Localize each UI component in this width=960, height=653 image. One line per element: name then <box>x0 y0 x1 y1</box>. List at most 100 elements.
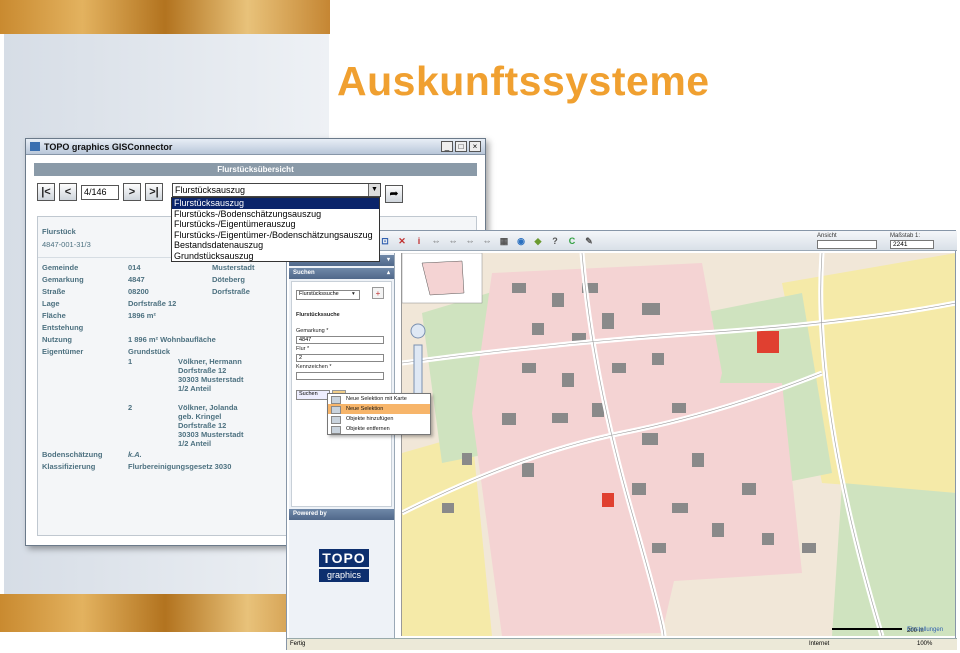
owner-number: 2 <box>128 403 133 412</box>
export-icon[interactable]: ➦ <box>385 185 403 203</box>
angle-icon[interactable]: ⇔ <box>480 234 494 248</box>
selection-context-menu: Neue Selektion mit Karte Neue Selektion … <box>327 393 431 435</box>
maximize-button[interactable]: □ <box>455 141 467 152</box>
last-record-button[interactable]: >| <box>145 183 163 201</box>
expand-icon[interactable]: ▾ <box>387 255 390 266</box>
dropdown-option[interactable]: Flurstücks-/Eigentümer-/Bodenschätzungsa… <box>172 230 379 241</box>
first-record-button[interactable]: |< <box>37 183 55 201</box>
gemarkung-label: Gemarkung * <box>296 328 329 334</box>
add-search-icon[interactable]: + <box>372 287 384 299</box>
context-menu-item[interactable]: Objekte hinzufügen <box>328 414 430 424</box>
info-icon[interactable]: i <box>412 234 426 248</box>
sidebar: Themenliste▾ Suchen▴ Flurstückssuche ▾ +… <box>289 253 395 643</box>
row-label: Lage <box>42 299 60 308</box>
owner-number: 1 <box>128 357 133 366</box>
distance-icon[interactable]: ⇔ <box>463 234 477 248</box>
dropdown-option[interactable]: Flurstücks-/Bodenschätzungsauszug <box>172 209 379 220</box>
collapse-icon[interactable]: ▴ <box>387 268 390 279</box>
decorative-band-top <box>0 0 330 34</box>
scale-label: Maßstab 1: <box>890 233 921 239</box>
context-menu-item[interactable]: Objekte entfernen <box>328 424 430 434</box>
window-titlebar: TOPO graphics GISConnector _ □ × <box>26 139 485 155</box>
context-menu-item[interactable]: Neue Selektion <box>328 404 430 414</box>
record-position-field[interactable]: 4/146 <box>81 184 119 200</box>
row-value: 014 <box>128 263 141 272</box>
globe-icon[interactable]: ◉ <box>514 234 528 248</box>
owner-line: Völkner, Hermann <box>178 357 242 366</box>
panel-header: Flurstücksübersicht <box>34 163 477 176</box>
table-icon[interactable]: ▦ <box>497 234 511 248</box>
flur-label: Flur * <box>296 346 310 352</box>
chevron-down-icon[interactable]: ▼ <box>368 184 380 196</box>
logo-text-bottom: graphics <box>319 569 369 582</box>
search-button[interactable]: Suchen <box>296 390 330 400</box>
record-navigation: |< < 4/146 > >| <box>37 183 163 201</box>
prev-record-button[interactable]: < <box>59 183 77 201</box>
row-label: Straße <box>42 287 66 296</box>
view-select[interactable] <box>817 240 877 249</box>
row-value: 4847 <box>128 275 145 284</box>
owner-line: 30303 Musterstadt <box>178 375 244 384</box>
layers-icon[interactable]: ◆ <box>531 234 545 248</box>
status-zoom[interactable]: 100% <box>917 639 932 650</box>
minimize-button[interactable]: _ <box>441 141 453 152</box>
chevron-down-icon[interactable]: ▾ <box>352 291 355 297</box>
row-label: Entstehung <box>42 323 84 332</box>
owner-line: 1/2 Anteil <box>178 439 212 448</box>
window-title: TOPO graphics GISConnector <box>44 141 173 152</box>
close-button[interactable]: × <box>469 141 481 152</box>
gemarkung-field[interactable]: 4847 <box>296 336 384 344</box>
flur-field[interactable]: 2 <box>296 354 384 362</box>
report-select-value: Flurstücksauszug <box>175 185 246 195</box>
row-label: Nutzung <box>42 335 72 344</box>
dropdown-option[interactable]: Flurstücksauszug <box>172 198 379 209</box>
row-label: Gemeinde <box>42 263 79 272</box>
cadastral-map[interactable]: 200 m <box>402 253 955 636</box>
context-menu-item[interactable]: Neue Selektion mit Karte <box>328 394 430 404</box>
dropdown-option[interactable]: Grundstücksauszug <box>172 251 379 262</box>
owner-line: Völkner, Jolanda <box>178 403 238 412</box>
measure-icon[interactable]: ⇔ <box>429 234 443 248</box>
suchen-header[interactable]: Suchen ▴ <box>289 268 394 279</box>
row-value: Musterstadt <box>212 263 255 272</box>
row-value: Grundstück <box>128 347 171 356</box>
dropdown-option[interactable]: Flurstücks-/Eigentümerauszug <box>172 219 379 230</box>
row-value: Döteberg <box>212 275 245 284</box>
selected-parcel[interactable] <box>757 331 779 353</box>
row-label: Klassifizierung <box>42 462 96 471</box>
report-type-dropdown: Flurstücksauszug Flurstücks-/Bodenschätz… <box>171 197 380 262</box>
flurstueck-value: 4847-001-31/3 <box>42 240 91 249</box>
row-value: Dorfstraße 12 <box>128 299 177 308</box>
suchen-label: Suchen <box>293 270 315 276</box>
status-bar: Fertig Internet 100% <box>287 638 957 650</box>
next-record-button[interactable]: > <box>123 183 141 201</box>
slide-title: Auskunftssysteme <box>337 58 710 104</box>
row-value: Flurbereinigungsgesetz 3030 <box>128 462 232 471</box>
decorative-band-bottom <box>0 594 330 632</box>
owner-line: Dorfstraße 12 <box>178 421 227 430</box>
settings-link[interactable]: Einstellungen <box>907 627 943 633</box>
tools-icon[interactable]: ✎ <box>582 234 596 248</box>
row-value: Dorfstraße <box>212 287 250 296</box>
report-type-select[interactable]: Flurstücksauszug ▼ <box>172 183 381 197</box>
area-icon[interactable]: ⇔ <box>446 234 460 248</box>
map-canvas[interactable]: 200 m <box>401 253 955 636</box>
kennzeichen-field[interactable] <box>296 372 384 380</box>
scale-input[interactable]: 2241 <box>890 240 934 249</box>
clear-icon[interactable]: ✕ <box>395 234 409 248</box>
owner-line: 30303 Musterstadt <box>178 430 244 439</box>
refresh-icon[interactable]: C <box>565 234 579 248</box>
help-icon[interactable]: ? <box>548 234 562 248</box>
search-type-select[interactable]: Flurstückssuche <box>296 290 360 300</box>
flurstueck-label: Flurstück <box>42 227 76 236</box>
zoom-box-icon[interactable]: ⊡ <box>378 234 392 248</box>
row-value: 1896 m² <box>128 311 156 320</box>
row-value: 1 896 m² Wohnbaufläche <box>128 335 216 344</box>
search-title: Flurstückssuche <box>296 312 340 318</box>
topo-graphics-logo: TOPO graphics <box>319 549 369 583</box>
logo-text-top: TOPO <box>319 549 369 567</box>
dropdown-option[interactable]: Bestandsdatenauszug <box>172 240 379 251</box>
selected-parcel[interactable] <box>602 493 614 507</box>
row-label: Bodenschätzung <box>42 450 103 459</box>
kennzeichen-label: Kennzeichen * <box>296 364 332 370</box>
